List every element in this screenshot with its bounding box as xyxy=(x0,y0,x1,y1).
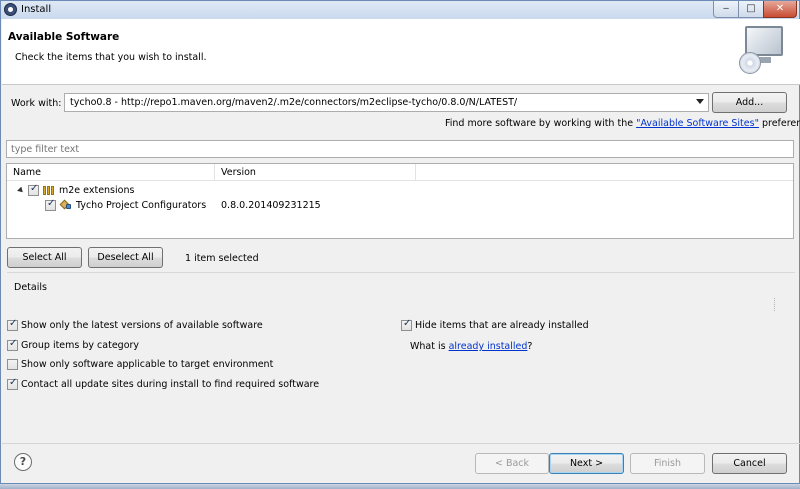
back-button[interactable]: < Back xyxy=(475,453,549,474)
deselect-all-button[interactable]: Deselect All xyxy=(88,247,163,268)
details-label: Details xyxy=(14,282,47,293)
target-environment-checkbox[interactable] xyxy=(7,359,18,370)
wizard-header: Available Software Check the items that … xyxy=(2,19,800,85)
window-title: Install xyxy=(21,4,52,15)
category-checkbox[interactable] xyxy=(28,183,39,196)
category-name: m2e extensions xyxy=(59,185,135,196)
next-button[interactable]: Next > xyxy=(549,453,624,474)
install-dialog: Install ‒ □ ✕ Available Software Check t… xyxy=(0,0,800,484)
details-divider xyxy=(7,272,795,273)
already-installed-link[interactable]: already installed xyxy=(449,341,528,352)
page-title: Available Software xyxy=(8,31,120,43)
select-all-button[interactable]: Select All xyxy=(7,247,82,268)
feature-name: Tycho Project Configurators xyxy=(76,200,207,211)
latest-versions-label[interactable]: Show only the latest versions of availab… xyxy=(21,320,263,331)
tree-row-feature[interactable]: Tycho Project Configurators 0.8.0.201409… xyxy=(7,198,793,213)
latest-versions-checkbox[interactable] xyxy=(7,318,18,331)
dropdown-arrow-icon[interactable] xyxy=(696,99,704,104)
hide-installed-label[interactable]: Hide items that are already installed xyxy=(415,320,589,331)
expand-twistie-icon[interactable] xyxy=(17,186,25,195)
filter-field[interactable] xyxy=(6,140,794,158)
folder-category-icon xyxy=(43,186,55,195)
feature-checkbox[interactable] xyxy=(45,198,56,211)
eclipse-app-icon xyxy=(4,3,17,16)
software-tree[interactable]: Name Version m2e extensions Tycho Projec… xyxy=(6,163,794,239)
what-is-installed-text: What is already installed? xyxy=(410,341,533,352)
contact-update-sites-checkbox[interactable] xyxy=(7,377,18,390)
feature-version: 0.8.0.201409231215 xyxy=(221,200,321,211)
work-with-value: tycho0.8 - http://repo1.maven.org/maven2… xyxy=(70,97,518,108)
target-environment-label[interactable]: Show only software applicable to target … xyxy=(21,359,273,370)
work-with-label: Work with: xyxy=(11,98,62,109)
page-description: Check the items that you wish to install… xyxy=(15,52,207,63)
column-name[interactable]: Name xyxy=(13,167,41,178)
details-scrollbar[interactable] xyxy=(774,298,784,311)
add-site-button[interactable]: Add... xyxy=(712,92,787,113)
column-version[interactable]: Version xyxy=(221,167,256,178)
close-button[interactable]: ✕ xyxy=(763,1,797,18)
hide-installed-checkbox[interactable] xyxy=(401,318,412,331)
contact-update-sites-label[interactable]: Contact all update sites during install … xyxy=(21,379,319,390)
details-area[interactable] xyxy=(10,298,793,311)
monitor-with-disc-icon xyxy=(739,24,787,76)
filter-input[interactable] xyxy=(7,141,793,157)
cancel-button[interactable]: Cancel xyxy=(712,453,787,474)
taskbar-edge xyxy=(0,484,800,489)
available-software-sites-link[interactable]: "Available Software Sites" xyxy=(636,118,759,129)
maximize-button[interactable]: □ xyxy=(738,1,764,18)
minimize-button[interactable]: ‒ xyxy=(713,1,739,18)
find-more-text: Find more software by working with the "… xyxy=(445,118,800,129)
finish-button[interactable]: Finish xyxy=(630,453,705,474)
tree-row-category[interactable]: m2e extensions xyxy=(7,183,793,198)
title-bar[interactable]: Install ‒ □ ✕ xyxy=(1,1,799,19)
help-icon[interactable]: ? xyxy=(14,453,32,471)
group-by-category-label[interactable]: Group items by category xyxy=(21,340,139,351)
tree-header: Name Version xyxy=(7,164,793,181)
group-by-category-checkbox[interactable] xyxy=(7,338,18,351)
footer-divider xyxy=(2,443,800,444)
work-with-combo[interactable]: tycho0.8 - http://repo1.maven.org/maven2… xyxy=(64,93,709,112)
plugin-feature-icon xyxy=(59,199,72,211)
selection-status: 1 item selected xyxy=(185,253,259,264)
